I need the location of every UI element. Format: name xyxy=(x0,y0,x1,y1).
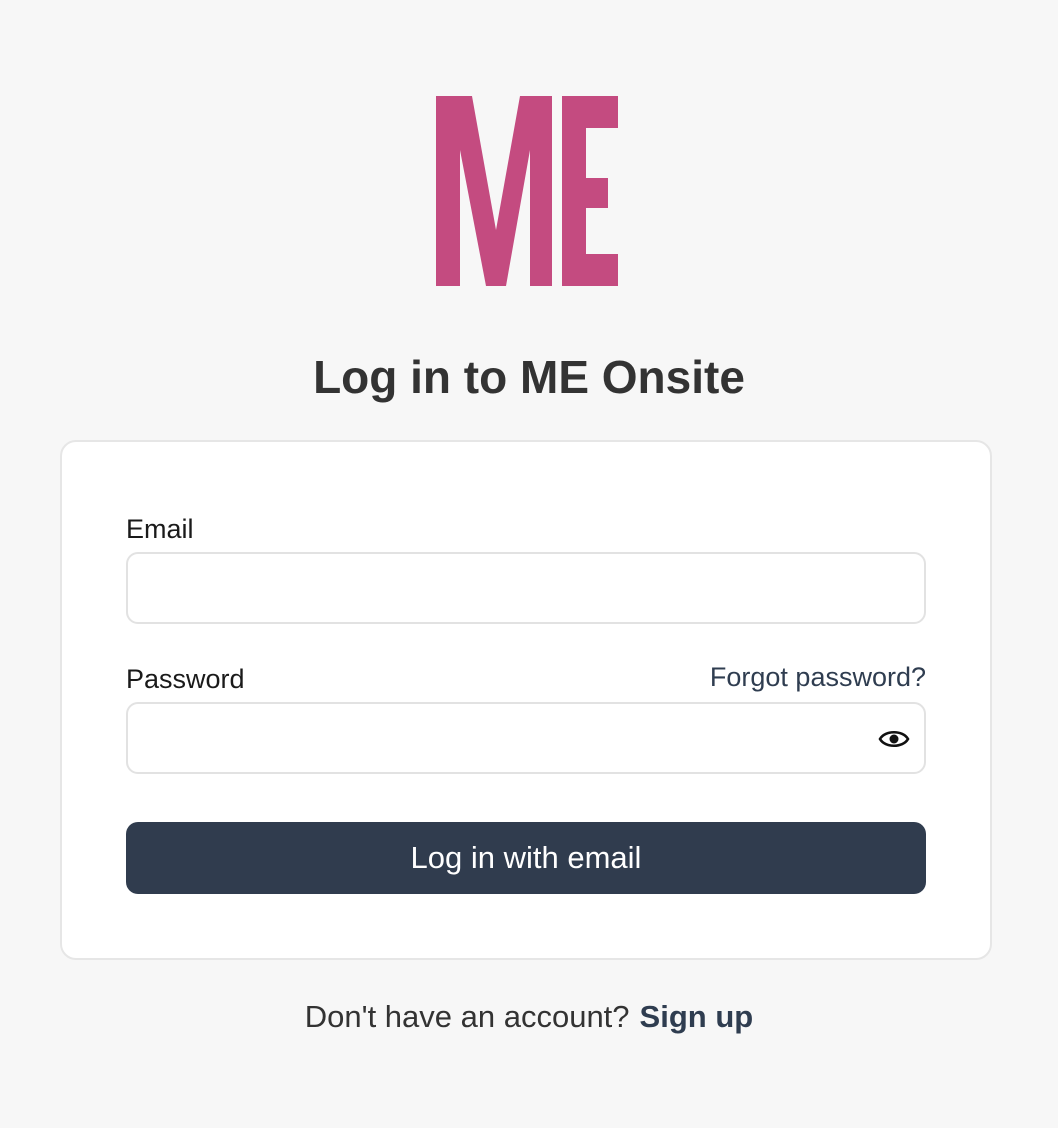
signup-prompt-text: Don't have an account? xyxy=(304,999,630,1034)
password-label: Password xyxy=(126,664,245,694)
eye-icon[interactable] xyxy=(878,723,910,755)
signup-link[interactable]: Sign up xyxy=(640,999,754,1034)
email-field[interactable] xyxy=(126,552,926,624)
page-title: Log in to ME Onsite xyxy=(313,351,745,403)
password-field[interactable] xyxy=(126,702,926,774)
login-card: Email Password Forgot password? Log in w… xyxy=(60,440,992,960)
brand-logo xyxy=(436,96,620,286)
signup-prompt: Don't have an account? Sign up xyxy=(0,997,1058,1037)
forgot-password-link[interactable]: Forgot password? xyxy=(710,660,926,694)
me-logo-mark xyxy=(436,96,618,286)
login-with-email-button[interactable]: Log in with email xyxy=(126,822,926,894)
email-label: Email xyxy=(126,514,194,544)
